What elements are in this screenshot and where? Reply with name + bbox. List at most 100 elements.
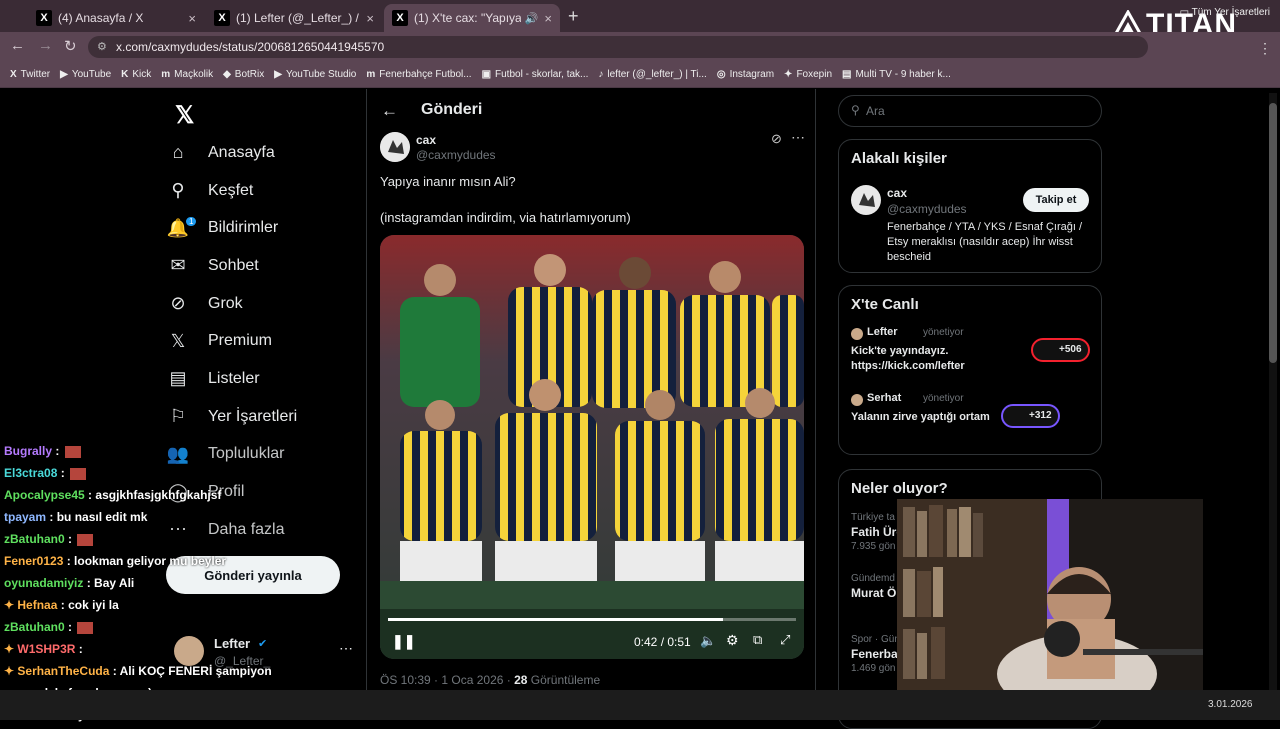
tab-title: (1) Lefter (@_Lefter_) / X (236, 11, 361, 25)
view-label: Görüntüleme (527, 673, 601, 687)
author-handle[interactable]: @caxmydudes (416, 148, 496, 162)
bookmarks-bar: X Twitter ▶ YouTube K Kick m Maçkolik ◆ BotRix ▶ Yo… (0, 62, 1280, 88)
bookmark-item[interactable]: ▤ Multi TV - 9 haber k... (842, 69, 951, 80)
pause-icon[interactable]: ❚❚ (392, 633, 415, 650)
search-input[interactable]: ⚲ Ara (838, 95, 1102, 127)
bookmark-label: Twitter (20, 69, 51, 80)
grok-icon[interactable]: ⊘ (771, 131, 782, 147)
bookmark-item[interactable]: ✦ Foxepin (784, 69, 832, 80)
sidebar-item-home[interactable]: ⌂ Anasayfa (166, 134, 366, 172)
mail-icon: ✉ (170, 255, 186, 276)
bookmark-item[interactable]: K Kick (121, 69, 151, 80)
url-text: x.com/caxmydudes/status/2006812650441945… (116, 40, 385, 54)
live-card: X'te Canlı Lefter yönetiyor Kick'te yayınd… (838, 285, 1102, 455)
bookmark-item[interactable]: ▶ YouTube Studio (274, 69, 356, 80)
chat-message: Bugrally : (4, 440, 264, 462)
tab-close-icon[interactable]: × (188, 11, 196, 26)
bookmark-icon: ⚐ (169, 406, 187, 427)
related-name[interactable]: cax (887, 186, 907, 200)
tab-close-icon[interactable]: × (366, 11, 374, 26)
video-progress-track[interactable] (388, 618, 796, 621)
x-logo-icon[interactable]: 𝕏 (175, 101, 194, 130)
follow-button[interactable]: Takip et (1023, 188, 1089, 212)
chat-text: lookman geliyor mu beyler (74, 554, 227, 568)
sidebar-item-list[interactable]: ▤ Listeler (166, 360, 366, 398)
live-item[interactable]: Lefter yönetiyor Kick'te yayındayız. https… (851, 326, 1091, 386)
browser-tab-2[interactable]: X (1) Lefter (@_Lefter_) / X × (206, 4, 382, 32)
all-bookmarks-link[interactable]: ▭ Tüm Yer İşaretleri (1180, 7, 1270, 18)
tab-close-icon[interactable]: × (544, 11, 552, 26)
chat-username: SerhanTheCuda (17, 664, 110, 678)
sidebar-item-label: Sohbet (208, 256, 259, 274)
video-player[interactable]: ❚❚ 0:42 / 0:51 🔈 ⚙ ⧉ ⤢ (380, 235, 804, 659)
related-avatar[interactable] (851, 185, 881, 215)
back-icon[interactable]: ← (10, 37, 25, 54)
stream-chat-overlay: Bugrally : El3ctra08 : Apocalypse45 : as… (4, 440, 272, 726)
webcam-image (897, 499, 1203, 705)
list-icon: ▤ (169, 368, 187, 389)
video-progress-fill (388, 618, 723, 621)
related-handle[interactable]: @caxmydudes (887, 202, 967, 216)
bookmark-item[interactable]: X Twitter (10, 69, 50, 80)
bookmark-label: lefter (@_lefter_) | Ti... (607, 69, 707, 80)
bookmark-label: Futbol - skorlar, tak... (495, 69, 589, 80)
browser-tab-1[interactable]: X (4) Anasayfa / X × (28, 4, 204, 32)
bookmark-favicon-icon: ✦ (784, 69, 793, 80)
pip-icon[interactable]: ⧉ (753, 632, 762, 648)
x-favicon-icon: X (392, 10, 408, 26)
bookmark-item[interactable]: m Fenerbahçe Futbol... (366, 69, 471, 80)
fullscreen-icon[interactable]: ⤢ (780, 632, 790, 648)
listener-count-badge: +506 (1031, 338, 1090, 362)
bookmark-item[interactable]: ♪ lefter (@_lefter_) | Ti... (598, 69, 706, 80)
sidebar-item-bookmark[interactable]: ⚐ Yer İşaretleri (166, 398, 366, 436)
bookmark-favicon-icon: ▶ (274, 69, 282, 80)
sidebar-item-grok[interactable]: ⊘ Grok (166, 285, 366, 323)
sidebar-item-bell[interactable]: 🔔 Bildirimler 1 (166, 209, 366, 247)
live-title: X'te Canlı (851, 296, 919, 313)
more-options-icon[interactable]: ⋯ (339, 640, 353, 657)
tab-title: (4) Anasayfa / X (58, 11, 144, 25)
chat-text: bu nasıl edit mk (56, 510, 148, 524)
address-bar[interactable]: ⚙ x.com/caxmydudes/status/20068126504419… (88, 36, 1148, 58)
sidebar-item-x[interactable]: 𝕏 Premium (166, 322, 366, 360)
scrollbar-thumb[interactable] (1269, 103, 1277, 363)
bookmark-item[interactable]: ◆ BotRix (223, 69, 264, 80)
author-name[interactable]: cax (416, 133, 436, 147)
x-icon: 𝕏 (170, 330, 186, 351)
bookmark-item[interactable]: m Maçkolik (161, 69, 213, 80)
site-settings-icon[interactable]: ⚙ (97, 40, 107, 53)
sidebar-item-label: Keşfet (208, 181, 254, 199)
bookmark-item[interactable]: ▶ YouTube (60, 69, 111, 80)
more-options-icon[interactable]: ⋯ (791, 129, 805, 146)
live-item[interactable]: Serhat yönetiyor Yalanın zirve yaptığı ort… (851, 392, 1091, 452)
bookmark-favicon-icon: ♪ (598, 69, 604, 80)
bookmark-label: BotRix (234, 69, 265, 80)
browser-tab-bar: X (4) Anasayfa / X × X (1) Lefter (@_Lef… (0, 0, 1280, 46)
video-frame-image (380, 235, 804, 659)
volume-icon[interactable]: 🔈 (700, 633, 716, 649)
browser-tab-3-active[interactable]: X (1) X'te cax: "Yapıya inanır m 🔊 × (384, 4, 560, 32)
webcam-overlay (897, 499, 1203, 705)
sidebar-item-search[interactable]: ⚲ Keşfet (166, 172, 366, 210)
view-count: 28 (514, 673, 528, 687)
sidebar-item-label: Grok (208, 294, 243, 312)
new-tab-button[interactable]: + (568, 6, 579, 27)
bookmark-favicon-icon: ◎ (716, 69, 726, 80)
bookmark-label: Fenerbahçe Futbol... (379, 69, 472, 80)
page-scrollbar[interactable] (1269, 93, 1277, 713)
settings-gear-icon[interactable]: ⚙ (726, 632, 739, 649)
bookmark-label: Foxepin (796, 69, 833, 80)
reload-icon[interactable]: ↻ (64, 37, 77, 55)
sidebar-item-mail[interactable]: ✉ Sohbet (166, 247, 366, 285)
forward-icon[interactable]: → (38, 37, 53, 54)
author-avatar[interactable] (380, 132, 410, 162)
tab-title: (1) X'te cax: "Yapıya inanır m (414, 11, 521, 25)
bookmark-item[interactable]: ◎ Instagram (717, 69, 774, 80)
post-text-line1: Yapıya inanır mısın Ali? (380, 174, 516, 189)
home-icon: ⌂ (172, 142, 184, 163)
back-arrow-icon[interactable]: ← (381, 101, 398, 121)
audio-icon[interactable]: 🔊 (525, 12, 539, 25)
os-taskbar: 3.01.2026 (0, 690, 1280, 720)
browser-menu-icon[interactable]: ⋮ (1258, 40, 1272, 57)
bookmark-item[interactable]: ▣ Futbol - skorlar, tak... (482, 69, 589, 80)
